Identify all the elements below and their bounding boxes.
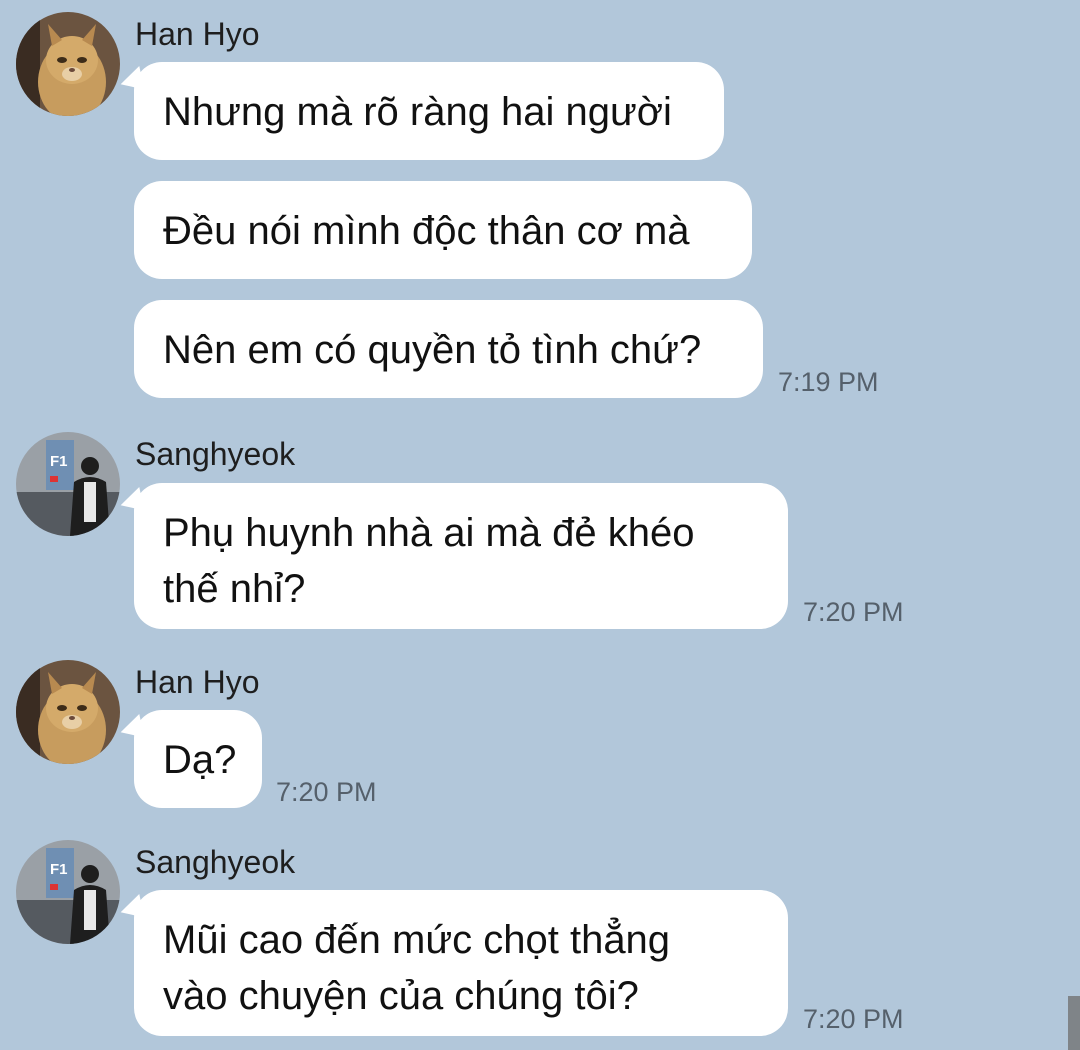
person-avatar[interactable]: F1: [16, 840, 120, 944]
scrollbar-thumb[interactable]: [1068, 996, 1080, 1050]
floor-sign-label: F1: [50, 453, 68, 470]
message-text: vào chuyện của chúng tôi?: [163, 974, 639, 1018]
cat-avatar[interactable]: [16, 660, 120, 764]
message-text: Nhưng mà rõ ràng hai người: [163, 90, 672, 134]
message-text: Dạ?: [163, 738, 237, 782]
message-time: 7:20 PM: [803, 1004, 904, 1034]
floor-sign-label: F1: [50, 861, 68, 878]
message-bubble[interactable]: Dạ?: [134, 710, 262, 808]
message-text: thế nhỉ?: [163, 567, 306, 611]
sender-name: Sanghyeok: [135, 844, 296, 880]
sender-name: Han Hyo: [135, 16, 260, 52]
chat-view: Han Hyo Nhưng mà rõ ràng hai người Đều n…: [0, 0, 1080, 1050]
sender-name: Sanghyeok: [135, 436, 296, 472]
message-bubble[interactable]: Đều nói mình độc thân cơ mà: [134, 181, 752, 279]
message-text: Phụ huynh nhà ai mà đẻ khéo: [163, 511, 695, 555]
message-time: 7:20 PM: [276, 777, 377, 807]
message-time: 7:19 PM: [778, 367, 879, 397]
message-text: Đều nói mình độc thân cơ mà: [163, 209, 690, 253]
message-text: Mũi cao đến mức chọt thẳng: [163, 918, 671, 962]
message-bubble[interactable]: Nhưng mà rõ ràng hai người: [134, 62, 724, 160]
message-text: Nên em có quyền tỏ tình chứ?: [163, 328, 702, 372]
message-bubble[interactable]: Phụ huynh nhà ai mà đẻ khéo thế nhỉ?: [134, 483, 788, 629]
message-bubble[interactable]: Mũi cao đến mức chọt thẳng vào chuyện củ…: [134, 890, 788, 1036]
person-avatar[interactable]: F1: [16, 432, 120, 536]
cat-avatar[interactable]: [16, 12, 120, 116]
message-time: 7:20 PM: [803, 597, 904, 627]
sender-name: Han Hyo: [135, 664, 260, 700]
message-bubble[interactable]: Nên em có quyền tỏ tình chứ?: [134, 300, 763, 398]
